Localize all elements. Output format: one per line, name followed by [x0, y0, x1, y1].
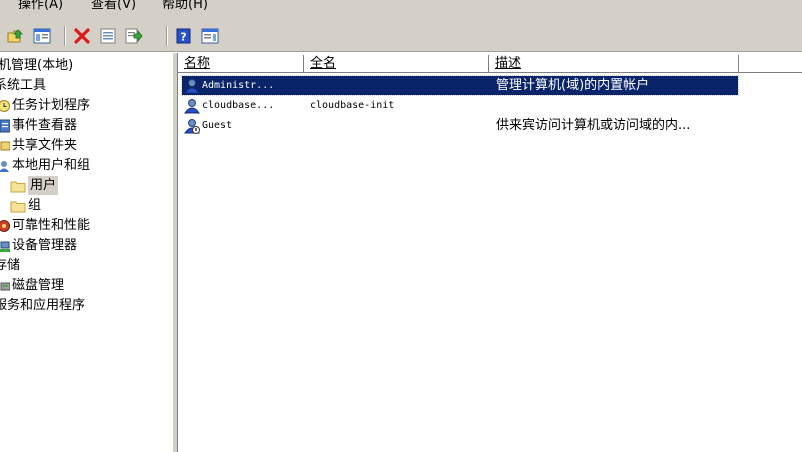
cell-name: Guest [202, 120, 233, 131]
show-hide-action-pane-icon [201, 28, 219, 44]
show-hide-action-pane-button[interactable] [200, 25, 220, 47]
cell-fullname [310, 76, 490, 95]
tree-item-label: 用户 [28, 176, 59, 195]
tree-item-system-tools[interactable]: 系统工具 [0, 76, 46, 95]
tree-item-task-scheduler[interactable]: 任务计划程序 [0, 96, 90, 115]
tree-item-reliability-performance[interactable]: 可靠性和性能 [0, 216, 90, 235]
cell-name: cloudbase... [202, 100, 275, 111]
tree-item-label: 任务计划程序 [12, 98, 91, 113]
disk-icon [0, 282, 10, 290]
menu-view[interactable]: 查看(V) [91, 0, 136, 15]
export-list-button[interactable] [124, 25, 144, 47]
tree-item-services-applications[interactable]: 服务和应用程序 [0, 296, 85, 315]
cell-name: Administr... [202, 80, 275, 91]
table-row[interactable]: Administr... 管理计算机(域)的内置帐户 [181, 75, 739, 96]
show-hide-tree-icon [33, 28, 51, 44]
help-button[interactable]: ? [174, 25, 194, 47]
tree-item-computer-management[interactable]: 机管理(本地) [0, 56, 73, 75]
user-list: 名称 全名 描述 Administr... 管理计算机(域)的内置帐户 clou… [178, 53, 802, 452]
device-manager-icon [0, 241, 10, 252]
event-viewer-icon [0, 119, 10, 132]
show-hide-tree-button[interactable] [32, 25, 52, 47]
user-icon [184, 99, 200, 114]
console-body: 机管理(本地) 系统工具 任务计划程序 事件查看器 共享文件夹 本地用户和组 用… [0, 53, 802, 452]
column-header-fullname[interactable]: 全名 [304, 55, 489, 73]
cell-fullname: cloudbase-init [310, 100, 395, 111]
user-icon [184, 79, 200, 94]
tree-item-disk-management[interactable]: 磁盘管理 [0, 276, 64, 295]
toolbar: ? [0, 20, 802, 52]
tree-item-label: 可靠性和性能 [12, 218, 91, 233]
tree-item-users[interactable]: 用户 [10, 176, 59, 195]
up-folder-icon [7, 29, 23, 43]
users-icon [0, 160, 9, 172]
delete-icon [74, 28, 90, 44]
column-header-description[interactable]: 描述 [489, 55, 739, 73]
tree-item-label: 服务和应用程序 [0, 298, 86, 313]
toolbar-separator [166, 26, 168, 46]
tree-item-label: 设备管理器 [12, 238, 78, 253]
folder-icon [10, 181, 26, 192]
tree-item-label: 机管理(本地) [0, 58, 74, 73]
cell-description [496, 96, 736, 115]
table-row[interactable]: cloudbase... cloudbase-init [182, 96, 738, 115]
tree-item-device-manager[interactable]: 设备管理器 [0, 236, 77, 255]
tree-item-event-viewer[interactable]: 事件查看器 [0, 116, 77, 135]
menu-bar: 操作(A) 查看(V) 帮助(H) [0, 0, 802, 20]
up-folder-button[interactable] [6, 25, 26, 47]
tree-item-label: 系统工具 [0, 78, 47, 93]
performance-icon [0, 219, 10, 232]
clock-icon [0, 99, 10, 112]
menu-action[interactable]: 操作(A) [18, 0, 63, 15]
help-icon: ? [176, 28, 191, 44]
properties-icon [100, 28, 116, 44]
menu-help[interactable]: 帮助(H) [162, 0, 208, 15]
table-row[interactable]: Guest 供来宾访问计算机或访问域的内... [182, 116, 738, 135]
shared-folder-icon [0, 141, 10, 150]
tree-item-label: 事件查看器 [12, 118, 78, 133]
tree-item-label: 本地用户和组 [12, 158, 91, 173]
tree-item-local-users-groups[interactable]: 本地用户和组 [0, 156, 90, 175]
svg-text:?: ? [180, 31, 186, 44]
tree-item-label: 共享文件夹 [12, 138, 78, 153]
disabled-user-icon [184, 119, 200, 134]
tree-item-label: 组 [28, 198, 42, 213]
tree-item-groups[interactable]: 组 [10, 196, 41, 215]
folder-icon [10, 201, 26, 212]
cell-description: 供来宾访问计算机或访问域的内... [496, 118, 691, 133]
console-tree: 机管理(本地) 系统工具 任务计划程序 事件查看器 共享文件夹 本地用户和组 用… [0, 53, 172, 452]
toolbar-separator [64, 26, 66, 46]
cell-fullname [310, 116, 490, 135]
tree-item-label: 存储 [0, 258, 21, 273]
properties-button[interactable] [98, 25, 118, 47]
column-header-filler [739, 55, 802, 73]
cell-description: 管理计算机(域)的内置帐户 [496, 78, 650, 93]
delete-button[interactable] [72, 25, 92, 47]
tree-item-shared-folders[interactable]: 共享文件夹 [0, 136, 77, 155]
tree-item-label: 磁盘管理 [12, 278, 65, 293]
export-list-icon [125, 28, 143, 44]
tree-item-storage[interactable]: 存储 [0, 256, 20, 275]
column-header-name[interactable]: 名称 [178, 55, 304, 73]
